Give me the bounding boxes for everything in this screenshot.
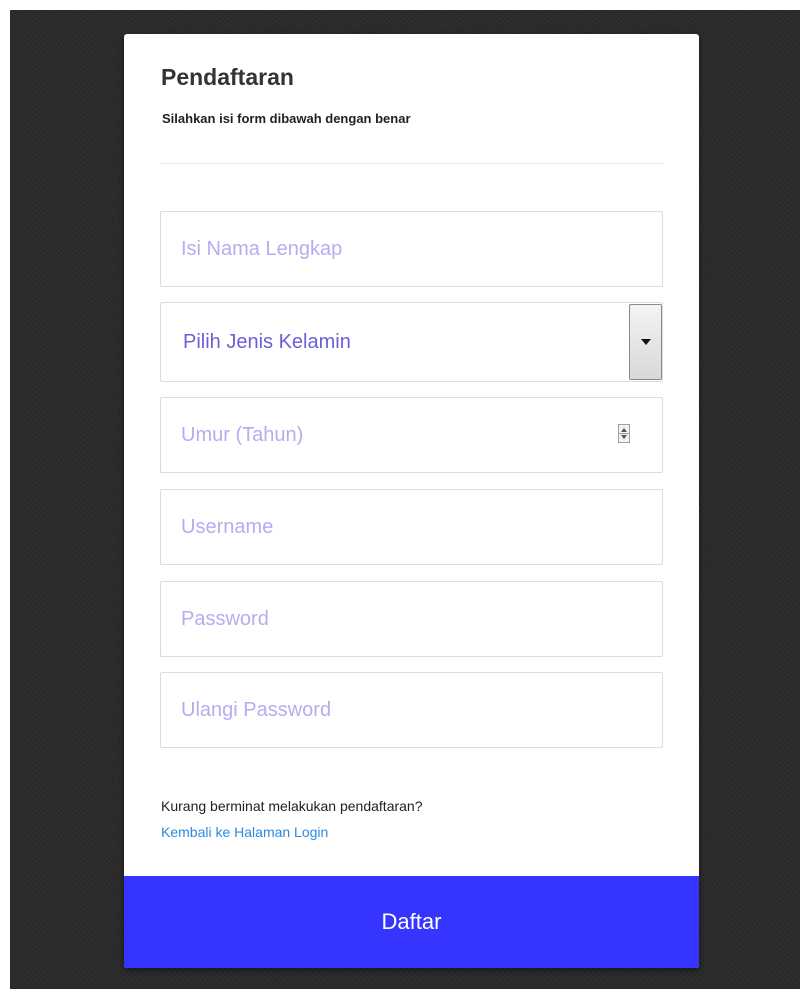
page-title: Pendaftaran (161, 64, 294, 90)
spinner-icon[interactable] (618, 424, 630, 443)
chevron-down-icon[interactable] (629, 304, 662, 380)
registration-card: Pendaftaran Silahkan isi form dibawah de… (124, 34, 699, 968)
repeat-password-input[interactable] (160, 672, 663, 748)
spin-down-icon[interactable] (621, 435, 627, 439)
age-input[interactable] (160, 397, 663, 473)
gender-select-value: Pilih Jenis Kelamin (183, 331, 351, 353)
spin-up-icon[interactable] (621, 428, 627, 432)
register-button[interactable]: Daftar (124, 876, 699, 968)
footer-note: Kurang berminat melakukan pendaftaran? (161, 798, 423, 814)
full-name-input[interactable] (160, 211, 663, 287)
password-input[interactable] (160, 581, 663, 657)
spinner-divider (619, 433, 629, 434)
header-divider (160, 163, 663, 164)
back-to-login-link[interactable]: Kembali ke Halaman Login (161, 822, 328, 842)
gender-select[interactable]: Pilih Jenis Kelamin (160, 302, 663, 382)
page-subtitle: Silahkan isi form dibawah dengan benar (162, 111, 411, 126)
username-input[interactable] (160, 489, 663, 565)
